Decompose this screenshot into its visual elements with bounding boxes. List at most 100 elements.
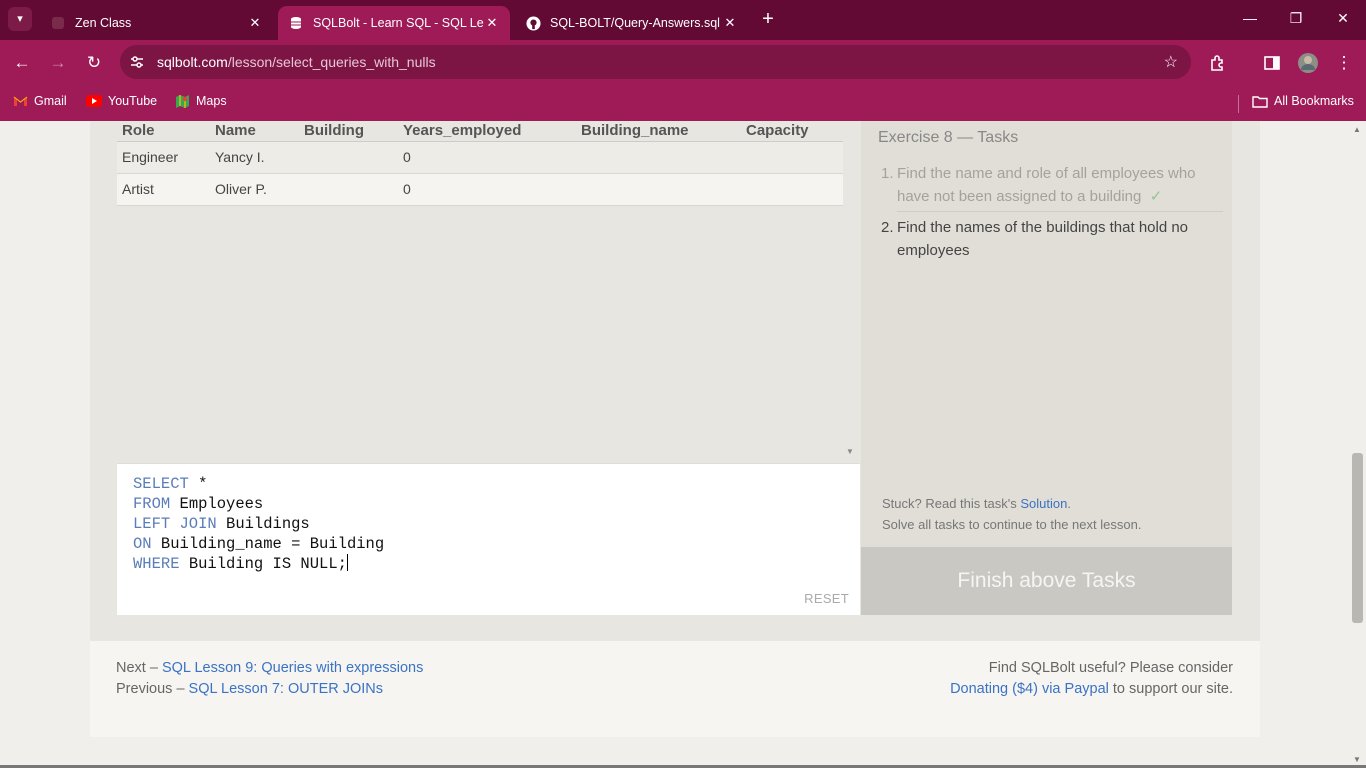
url-host: sqlbolt.com bbox=[157, 54, 228, 70]
stuck-suffix: . bbox=[1067, 496, 1071, 511]
sql-keyword: FROM bbox=[133, 495, 171, 513]
tasks-panel: Exercise 8 — Tasks 1. Find the name and … bbox=[861, 121, 1232, 547]
site-info-icon[interactable] bbox=[129, 54, 145, 70]
sql-keyword: SELECT bbox=[133, 475, 189, 493]
next-lesson-link[interactable]: SQL Lesson 9: Queries with expressions bbox=[162, 660, 423, 676]
tab-search-button[interactable]: ▾ bbox=[8, 7, 32, 31]
new-tab-button[interactable]: + bbox=[758, 9, 778, 29]
url-text[interactable]: sqlbolt.com/lesson/select_queries_with_n… bbox=[157, 54, 436, 70]
sql-text: Building IS NULL; bbox=[179, 555, 347, 573]
task-number: 1. bbox=[881, 165, 894, 182]
table-cell: Artist bbox=[117, 173, 210, 206]
tab-title: Zen Class bbox=[75, 16, 132, 30]
bookmarks-bar: Gmail YouTube Maps All Bookmarks bbox=[0, 86, 1366, 121]
scrollbar-thumb[interactable] bbox=[1352, 453, 1363, 623]
solution-link[interactable]: Solution bbox=[1020, 496, 1067, 511]
code-line: LEFT JOIN Buildings bbox=[133, 514, 384, 534]
profile-avatar-icon[interactable] bbox=[1296, 51, 1320, 75]
tab-github[interactable]: SQL-BOLT/Query-Answers.sql at main ✕ bbox=[515, 6, 748, 40]
code-line: SELECT * bbox=[133, 474, 384, 494]
back-icon[interactable]: ← bbox=[10, 51, 34, 75]
results-scroll-down-icon[interactable]: ▼ bbox=[846, 447, 854, 456]
all-bookmarks-label: All Bookmarks bbox=[1274, 94, 1354, 108]
bookmark-label: Gmail bbox=[34, 94, 67, 108]
results-header-row: Role Name Building Years_employed Buildi… bbox=[117, 121, 843, 142]
close-tab-icon[interactable]: ✕ bbox=[247, 15, 263, 31]
table-cell bbox=[741, 173, 843, 206]
previous-lesson: Previous – SQL Lesson 7: OUTER JOINs bbox=[116, 679, 423, 700]
bookmark-label: Maps bbox=[196, 94, 227, 108]
all-bookmarks-button[interactable]: All Bookmarks bbox=[1252, 93, 1354, 109]
forward-icon[interactable]: → bbox=[46, 51, 70, 75]
reload-icon[interactable]: ↻ bbox=[82, 51, 106, 75]
address-bar[interactable]: sqlbolt.com/lesson/select_queries_with_n… bbox=[120, 45, 1191, 79]
bookmark-maps[interactable]: Maps bbox=[174, 93, 227, 109]
sql-code[interactable]: SELECT * FROM Employees LEFT JOIN Buildi… bbox=[133, 474, 384, 574]
task-text: Find the names of the buildings that hol… bbox=[897, 219, 1189, 259]
tab-sqlbolt[interactable]: SQLBolt - Learn SQL - SQL Lesson 8: A sh… bbox=[278, 6, 510, 40]
lesson-nav: Next – SQL Lesson 9: Queries with expres… bbox=[116, 658, 423, 700]
sql-keyword: WHERE bbox=[133, 555, 180, 573]
code-line: WHERE Building IS NULL; bbox=[133, 554, 384, 574]
bookmark-gmail[interactable]: Gmail bbox=[12, 93, 67, 109]
extensions-icon[interactable] bbox=[1206, 51, 1230, 75]
help-text: Stuck? Read this task's Solution. Solve … bbox=[882, 493, 1141, 535]
bookmark-star-icon[interactable]: ☆ bbox=[1164, 52, 1178, 72]
table-row: Engineer Yancy I. 0 bbox=[117, 141, 843, 174]
reset-button[interactable]: RESET bbox=[804, 591, 849, 606]
tab-title: SQLBolt - Learn SQL - SQL Lesson 8: A sh… bbox=[313, 16, 484, 30]
column-header: Role bbox=[117, 121, 210, 142]
tab-zen-class[interactable]: Zen Class ✕ bbox=[40, 6, 273, 40]
code-line: FROM Employees bbox=[133, 494, 384, 514]
sql-editor[interactable]: SELECT * FROM Employees LEFT JOIN Buildi… bbox=[117, 463, 860, 615]
sql-text: Employees bbox=[170, 495, 264, 513]
side-panel-icon[interactable] bbox=[1260, 51, 1284, 75]
tab-strip: ▾ Zen Class ✕ SQLBolt - Learn SQL - SQL … bbox=[0, 0, 1366, 40]
tab-title: SQL-BOLT/Query-Answers.sql at main bbox=[550, 16, 722, 30]
column-header: Building bbox=[299, 121, 398, 142]
results-table: Role Name Building Years_employed Buildi… bbox=[117, 121, 843, 206]
donate-link[interactable]: Donating ($4) via Paypal bbox=[950, 681, 1109, 697]
table-cell bbox=[741, 141, 843, 174]
sql-keyword: ON bbox=[133, 535, 152, 553]
close-tab-icon[interactable]: ✕ bbox=[722, 15, 738, 31]
sqlbolt-favicon bbox=[288, 15, 304, 31]
maps-icon bbox=[174, 93, 190, 109]
stuck-line: Stuck? Read this task's Solution. bbox=[882, 493, 1141, 514]
column-header: Years_employed bbox=[398, 121, 576, 142]
browser-toolbar: ← → ↻ sqlbolt.com/lesson/select_queries_… bbox=[0, 40, 1366, 86]
zen-class-favicon bbox=[50, 15, 66, 31]
text-cursor bbox=[346, 554, 348, 571]
stuck-prefix: Stuck? Read this task's bbox=[882, 496, 1021, 511]
useful-text: Find SQLBolt useful? Please consider bbox=[988, 660, 1233, 676]
page-scrollbar[interactable]: ▲ ▼ bbox=[1349, 121, 1366, 768]
url-path: /lesson/select_queries_with_nulls bbox=[227, 54, 436, 70]
minimize-icon[interactable]: — bbox=[1240, 10, 1260, 26]
scroll-up-icon[interactable]: ▲ bbox=[1353, 125, 1361, 134]
query-results-table: Role Name Building Years_employed Buildi… bbox=[117, 121, 844, 463]
bookmarks-divider bbox=[1238, 95, 1239, 113]
close-window-icon[interactable]: ✕ bbox=[1333, 10, 1353, 27]
code-line: ON Building_name = Building bbox=[133, 534, 384, 554]
more-menu-icon[interactable]: ⋮ bbox=[1332, 51, 1356, 75]
prev-prefix: Previous – bbox=[116, 681, 189, 697]
previous-lesson-link[interactable]: SQL Lesson 7: OUTER JOINs bbox=[189, 681, 383, 697]
scroll-down-icon[interactable]: ▼ bbox=[1353, 755, 1361, 764]
solve-note: Solve all tasks to continue to the next … bbox=[882, 517, 1142, 532]
bookmark-youtube[interactable]: YouTube bbox=[86, 93, 157, 109]
donation-note: Find SQLBolt useful? Please consider Don… bbox=[950, 658, 1233, 700]
support-text: to support our site. bbox=[1108, 681, 1233, 697]
task-text: Find the name and role of all employees … bbox=[897, 162, 1217, 208]
finish-tasks-button[interactable]: Finish above Tasks bbox=[861, 547, 1232, 615]
lesson-footer: Next – SQL Lesson 9: Queries with expres… bbox=[90, 641, 1260, 737]
close-tab-icon[interactable]: ✕ bbox=[484, 15, 500, 31]
column-header: Building_name bbox=[576, 121, 741, 142]
table-cell: Oliver P. bbox=[210, 173, 299, 206]
donate-line: Donating ($4) via Paypal to support our … bbox=[950, 679, 1233, 700]
column-header: Name bbox=[210, 121, 299, 142]
table-cell bbox=[299, 141, 398, 174]
task-number: 2. bbox=[881, 219, 894, 236]
folder-icon bbox=[1252, 93, 1268, 109]
restore-icon[interactable]: ❐ bbox=[1286, 10, 1306, 27]
sql-text: Buildings bbox=[216, 515, 310, 533]
